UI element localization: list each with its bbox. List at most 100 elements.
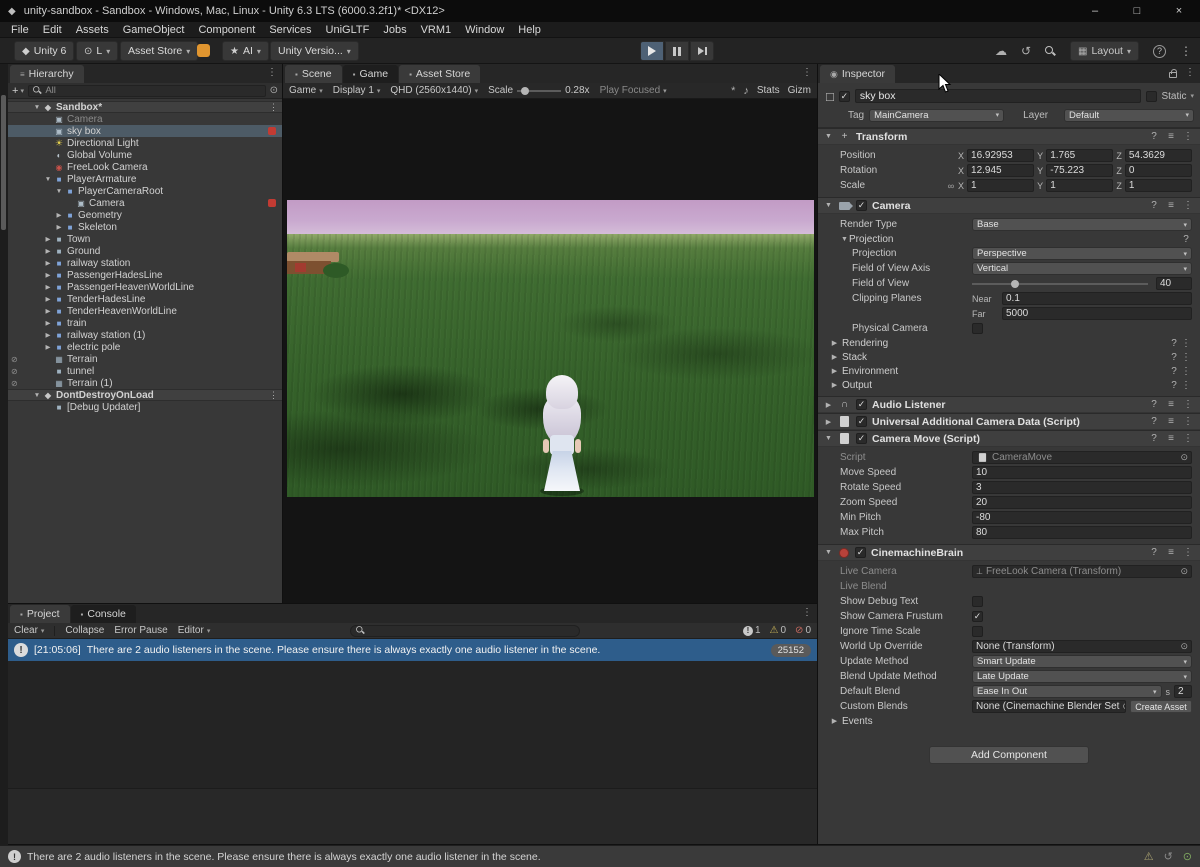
cloud-status-icon[interactable]: ⊙ <box>1183 850 1192 863</box>
cinemachine-header[interactable]: ▼ CinemachineBrain ? ≡ ⋮ <box>818 544 1200 561</box>
version-control-button[interactable]: Unity Versio... ▾ <box>270 41 359 61</box>
close-button[interactable]: × <box>1158 0 1200 22</box>
foldout-arrow-icon[interactable] <box>54 211 64 219</box>
events-foldout[interactable]: ▶ Events <box>818 714 1200 728</box>
value-field[interactable]: 20 <box>972 496 1192 509</box>
script-object-field[interactable]: CameraMove ⊙ <box>972 451 1192 464</box>
hierarchy-item[interactable]: ⊘ Terrain (1) ⋮ <box>8 377 282 389</box>
ai-button[interactable]: ★ AI ▾ <box>222 41 269 61</box>
default-blend-dropdown[interactable]: Ease In Out▾ <box>972 685 1162 698</box>
hierarchy-item[interactable]: ⊘ [Debug Updater] ⋮ <box>8 401 282 413</box>
preset-icon[interactable]: ≡ <box>1165 200 1177 211</box>
kebab-icon[interactable]: ⋮ <box>1180 366 1192 377</box>
menu-item[interactable]: File <box>4 22 36 38</box>
visibility-toggle-icon[interactable]: ⊘ <box>11 379 18 388</box>
hierarchy-item[interactable]: ⊘ Geometry ⋮ <box>8 209 282 221</box>
foldout-arrow-icon[interactable] <box>43 331 53 339</box>
kebab-icon[interactable]: ⋮ <box>1180 338 1192 349</box>
hierarchy-item[interactable]: ⊘ PassengerHadesLine ⋮ <box>8 269 282 281</box>
preset-icon[interactable]: ≡ <box>1165 416 1177 427</box>
scene-visibility-icon[interactable]: ⊙ <box>270 85 278 96</box>
vsync-icon[interactable]: * <box>731 85 735 97</box>
active-checkbox[interactable] <box>839 91 850 102</box>
uacd-header[interactable]: ▶ Universal Additional Camera Data (Scri… <box>818 413 1200 430</box>
position-z-field[interactable]: 54.3629 <box>1125 149 1192 162</box>
foldout-arrow-icon[interactable] <box>43 307 53 315</box>
foldout-arrow-icon[interactable]: ▼ <box>824 435 833 442</box>
search-input[interactable] <box>45 85 261 96</box>
rotation-x-field[interactable]: 12.945 <box>967 164 1034 177</box>
rotation-z-field[interactable]: 0 <box>1125 164 1192 177</box>
mute-audio-icon[interactable]: ♪ <box>743 85 749 97</box>
display-dropdown[interactable]: Display 1▾ <box>333 85 381 96</box>
search-icon[interactable] <box>1045 46 1056 57</box>
help-icon[interactable]: ? <box>1148 399 1160 410</box>
hierarchy-item[interactable]: ⊘ train ⋮ <box>8 317 282 329</box>
game-target-dropdown[interactable]: Game▾ <box>289 85 323 96</box>
hierarchy-item[interactable]: ⊘ FreeLook Camera ⋮ <box>8 161 282 173</box>
preset-icon[interactable]: ≡ <box>1165 131 1177 142</box>
hierarchy-item[interactable]: ⊘ sky box ⋮ <box>8 125 282 137</box>
live-camera-field[interactable]: ⊥ FreeLook Camera (Transform) ⊙ <box>972 565 1192 578</box>
foldout-arrow-icon[interactable] <box>43 247 53 255</box>
hierarchy-item[interactable]: ⊘ TenderHadesLine ⋮ <box>8 293 282 305</box>
account-button[interactable]: ⊙ L ▾ <box>76 41 118 61</box>
link-scale-icon[interactable]: ∞ <box>944 181 958 191</box>
clear-button[interactable]: Clear▾ <box>14 625 44 636</box>
hierarchy-item[interactable]: ⊘ railway station ⋮ <box>8 257 282 269</box>
foldout-arrow-icon[interactable] <box>43 176 53 183</box>
scale-x-field[interactable]: 1 <box>967 179 1034 192</box>
tab-inspector[interactable]: ◉ Inspector <box>820 65 895 83</box>
create-object-button[interactable]: +▾ <box>12 85 24 97</box>
menu-item[interactable]: Edit <box>36 22 69 38</box>
transform-header[interactable]: ▼ + Transform ? ≡ ⋮ <box>818 128 1200 145</box>
kebab-icon[interactable]: ⋮ <box>269 102 278 113</box>
kebab-icon[interactable]: ⋮ <box>1185 67 1195 78</box>
error-count-toggle[interactable]: ⊘ 0 <box>795 625 811 636</box>
help-icon[interactable]: ? <box>1148 433 1160 444</box>
hierarchy-item[interactable]: ⊘ Terrain ⋮ <box>8 353 282 365</box>
console-log-entry[interactable]: ! [21:05:06] There are 2 audio listeners… <box>8 639 817 661</box>
enable-checkbox[interactable] <box>856 399 867 410</box>
tag-dropdown[interactable]: MainCamera▾ <box>869 109 1004 122</box>
menu-item[interactable]: Services <box>262 22 318 38</box>
foldout-arrow-icon[interactable] <box>54 223 64 231</box>
hierarchy-item[interactable]: ⊘ PassengerHeavenWorldLine ⋮ <box>8 281 282 293</box>
foldout-arrow-icon[interactable] <box>43 343 53 351</box>
position-y-field[interactable]: 1.765 <box>1046 149 1113 162</box>
object-picker-icon[interactable]: ⊙ <box>1180 566 1188 577</box>
hierarchy-item[interactable]: ⊘ Directional Light ⋮ <box>8 137 282 149</box>
hierarchy-search-field[interactable] <box>28 85 266 97</box>
game-viewport[interactable] <box>287 200 814 497</box>
foldout-arrow-icon[interactable]: ▶ <box>824 401 833 409</box>
foldout-arrow-icon[interactable]: ▼ <box>824 549 833 556</box>
preset-icon[interactable]: ≡ <box>1165 399 1177 410</box>
hierarchy-item[interactable]: ⊘ Ground ⋮ <box>8 245 282 257</box>
chevron-down-icon[interactable]: ▾ <box>1190 92 1194 100</box>
kebab-icon[interactable]: ⋮ <box>1182 131 1194 142</box>
minimize-button[interactable]: – <box>1074 0 1116 22</box>
foldout-arrow-icon[interactable] <box>32 104 42 111</box>
projection-foldout[interactable]: ▼ Projection ? <box>818 232 1200 246</box>
scale-z-field[interactable]: 1 <box>1125 179 1192 192</box>
object-picker-icon[interactable]: ⊙ <box>1180 641 1188 652</box>
value-field[interactable]: -80 <box>972 511 1192 524</box>
preset-icon[interactable]: ≡ <box>1165 433 1177 444</box>
enable-checkbox[interactable] <box>855 547 866 558</box>
foldout-arrow-icon[interactable] <box>43 235 53 243</box>
foldout-arrow-icon[interactable]: ▶ <box>824 418 833 426</box>
help-icon[interactable]: ? <box>1148 200 1160 211</box>
kebab-icon[interactable]: ⋮ <box>1182 416 1194 427</box>
alert-badge-icon[interactable] <box>197 44 210 57</box>
menu-item[interactable]: VRM1 <box>414 22 459 38</box>
foldout-arrow-icon[interactable] <box>43 295 53 303</box>
hierarchy-item[interactable]: ⊘ PlayerArmature ⋮ <box>8 173 282 185</box>
foldout-arrow-icon[interactable] <box>32 392 42 399</box>
scale-slider[interactable] <box>517 90 561 92</box>
hierarchy-item[interactable]: ⊘ Camera ⋮ <box>8 197 282 209</box>
add-component-button[interactable]: Add Component <box>929 746 1089 764</box>
console-search-field[interactable] <box>350 625 580 637</box>
visibility-toggle-icon[interactable]: ⊘ <box>11 355 18 364</box>
enable-checkbox[interactable] <box>856 416 867 427</box>
gizmos-dropdown[interactable]: Gizm <box>788 85 811 96</box>
